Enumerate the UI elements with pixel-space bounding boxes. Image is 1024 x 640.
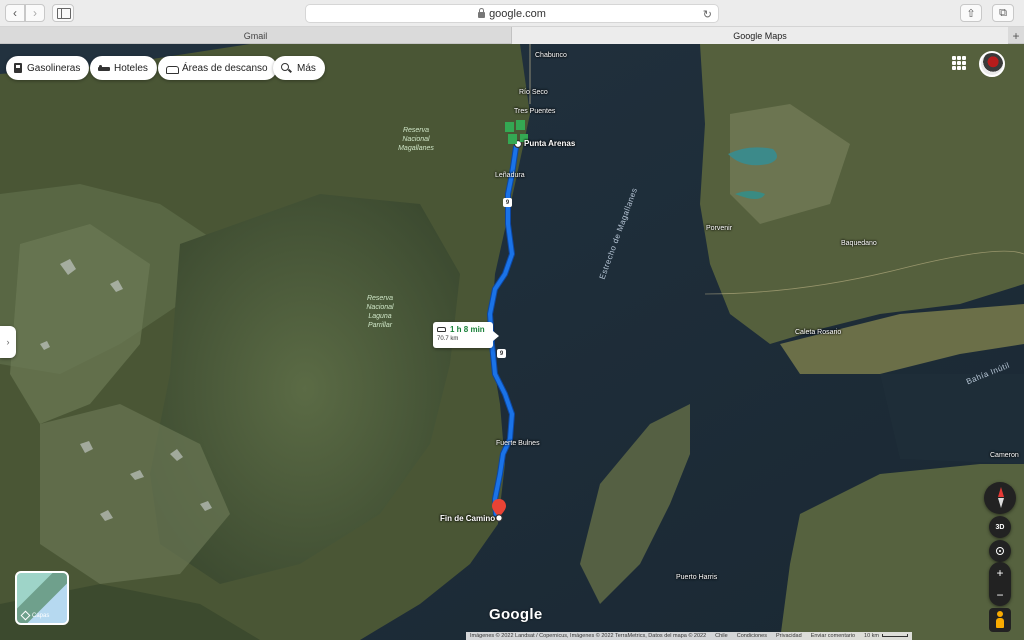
compass-button[interactable] [984, 482, 1016, 514]
place-label[interactable]: Baquedano [841, 240, 877, 247]
chevron-right-icon: › [6, 337, 10, 347]
map-canvas[interactable]: Gasolineras Hoteles Áreas de descanso Má… [0, 44, 1024, 640]
reserve-label-laguna-parrillar: Reserva Nacional Laguna Parrillar [366, 295, 394, 329]
gas-station-icon [14, 63, 22, 73]
chip-hotels[interactable]: Hoteles [90, 56, 157, 80]
chip-rest-areas[interactable]: Áreas de descanso [158, 56, 277, 80]
share-icon: ⇧ [966, 7, 976, 20]
reserve-label-magallanes: Reserva Nacional Magallanes [398, 127, 434, 152]
pegman-street-view-icon[interactable] [989, 608, 1011, 632]
expand-side-panel-button[interactable]: › [0, 326, 16, 358]
url-text: google.com [489, 7, 546, 20]
zoom-in-button[interactable]: + [989, 562, 1011, 584]
place-label[interactable]: Porvenir [706, 225, 732, 232]
layers-button[interactable]: Capas [15, 571, 69, 625]
highway-shield: 9 [497, 349, 506, 358]
place-label[interactable]: Fuerte Bulnes [496, 440, 540, 447]
route-distance: 70.7 km [437, 336, 459, 342]
scale-control[interactable]: 10 km [864, 633, 908, 639]
highway-shield: 9 [503, 198, 512, 207]
tab-bar: Gmail Google Maps + [0, 27, 1024, 44]
place-label[interactable]: Leñadura [495, 172, 525, 179]
place-label[interactable]: Puerto Harris [676, 574, 717, 581]
privacy-link[interactable]: Privacidad [776, 633, 802, 639]
location-icon [996, 547, 1004, 555]
tab-overview-button[interactable]: ⧉ [992, 4, 1014, 22]
place-label[interactable]: Tres Puentes [514, 108, 555, 115]
route-info-callout[interactable]: 1 h 8 min 70.7 km [433, 322, 499, 348]
back-button[interactable]: ‹ [5, 4, 25, 22]
bed-icon [98, 63, 110, 74]
destination-marker [495, 514, 503, 522]
place-label[interactable]: Río Seco [519, 89, 548, 96]
tabs-icon: ⧉ [999, 6, 1007, 19]
car-icon [437, 327, 446, 332]
chevron-left-icon: ‹ [13, 6, 17, 20]
chip-label: Más [297, 62, 316, 74]
chevron-right-icon: › [33, 6, 37, 20]
browser-toolbar: ‹ › google.com ↻ ⇧ ⧉ [0, 0, 1024, 27]
satellite-terrain [0, 44, 1024, 640]
tab-google-maps[interactable]: Google Maps [512, 27, 1008, 44]
tab-label: Gmail [243, 30, 268, 41]
google-apps-icon[interactable] [952, 56, 966, 70]
place-label-fin-de-camino[interactable]: Fin de Camino [440, 514, 495, 523]
zoom-out-button[interactable]: − [989, 584, 1011, 606]
terms-link[interactable]: Condiciones [737, 633, 767, 639]
place-label[interactable]: Chabunco [535, 52, 567, 59]
search-icon [281, 62, 292, 74]
country-link[interactable]: Chile [715, 633, 728, 639]
reload-icon[interactable]: ↻ [703, 8, 712, 21]
place-label[interactable]: Caleta Rosario [795, 329, 841, 336]
chip-more[interactable]: Más [273, 56, 325, 80]
scale-text: 10 km [864, 633, 879, 639]
chip-label: Gasolineras [27, 62, 81, 74]
my-location-button[interactable] [989, 540, 1011, 562]
car-icon [166, 63, 179, 74]
new-tab-button[interactable]: + [1008, 27, 1024, 44]
chip-gas-stations[interactable]: Gasolineras [6, 56, 90, 80]
place-label[interactable]: Cameron [990, 452, 1019, 459]
chip-label: Hoteles [114, 62, 148, 74]
zoom-controls: + − [989, 562, 1011, 606]
sidebar-toggle-button[interactable] [52, 4, 74, 22]
place-label-punta-arenas[interactable]: Punta Arenas [524, 139, 575, 148]
google-logo: Google [489, 606, 543, 623]
map-footer: Imágenes © 2022 Landsat / Copernicus, Im… [466, 632, 912, 640]
chip-label: Áreas de descanso [182, 62, 268, 74]
share-button[interactable]: ⇧ [960, 4, 982, 22]
route-duration: 1 h 8 min [450, 325, 485, 334]
forward-button[interactable]: › [25, 4, 45, 22]
avatar[interactable] [979, 51, 1005, 77]
tab-gmail[interactable]: Gmail [0, 27, 512, 44]
tab-label: Google Maps [733, 30, 787, 41]
attribution-text: Imágenes © 2022 Landsat / Copernicus, Im… [470, 633, 707, 639]
lock-icon [478, 7, 486, 18]
scale-bar [882, 634, 908, 637]
feedback-link[interactable]: Enviar comentario [811, 633, 855, 639]
layers-icon [20, 610, 31, 621]
address-bar[interactable]: google.com ↻ [305, 4, 719, 23]
layers-label: Capas [32, 612, 50, 619]
3d-toggle-button[interactable]: 3D [989, 516, 1011, 538]
